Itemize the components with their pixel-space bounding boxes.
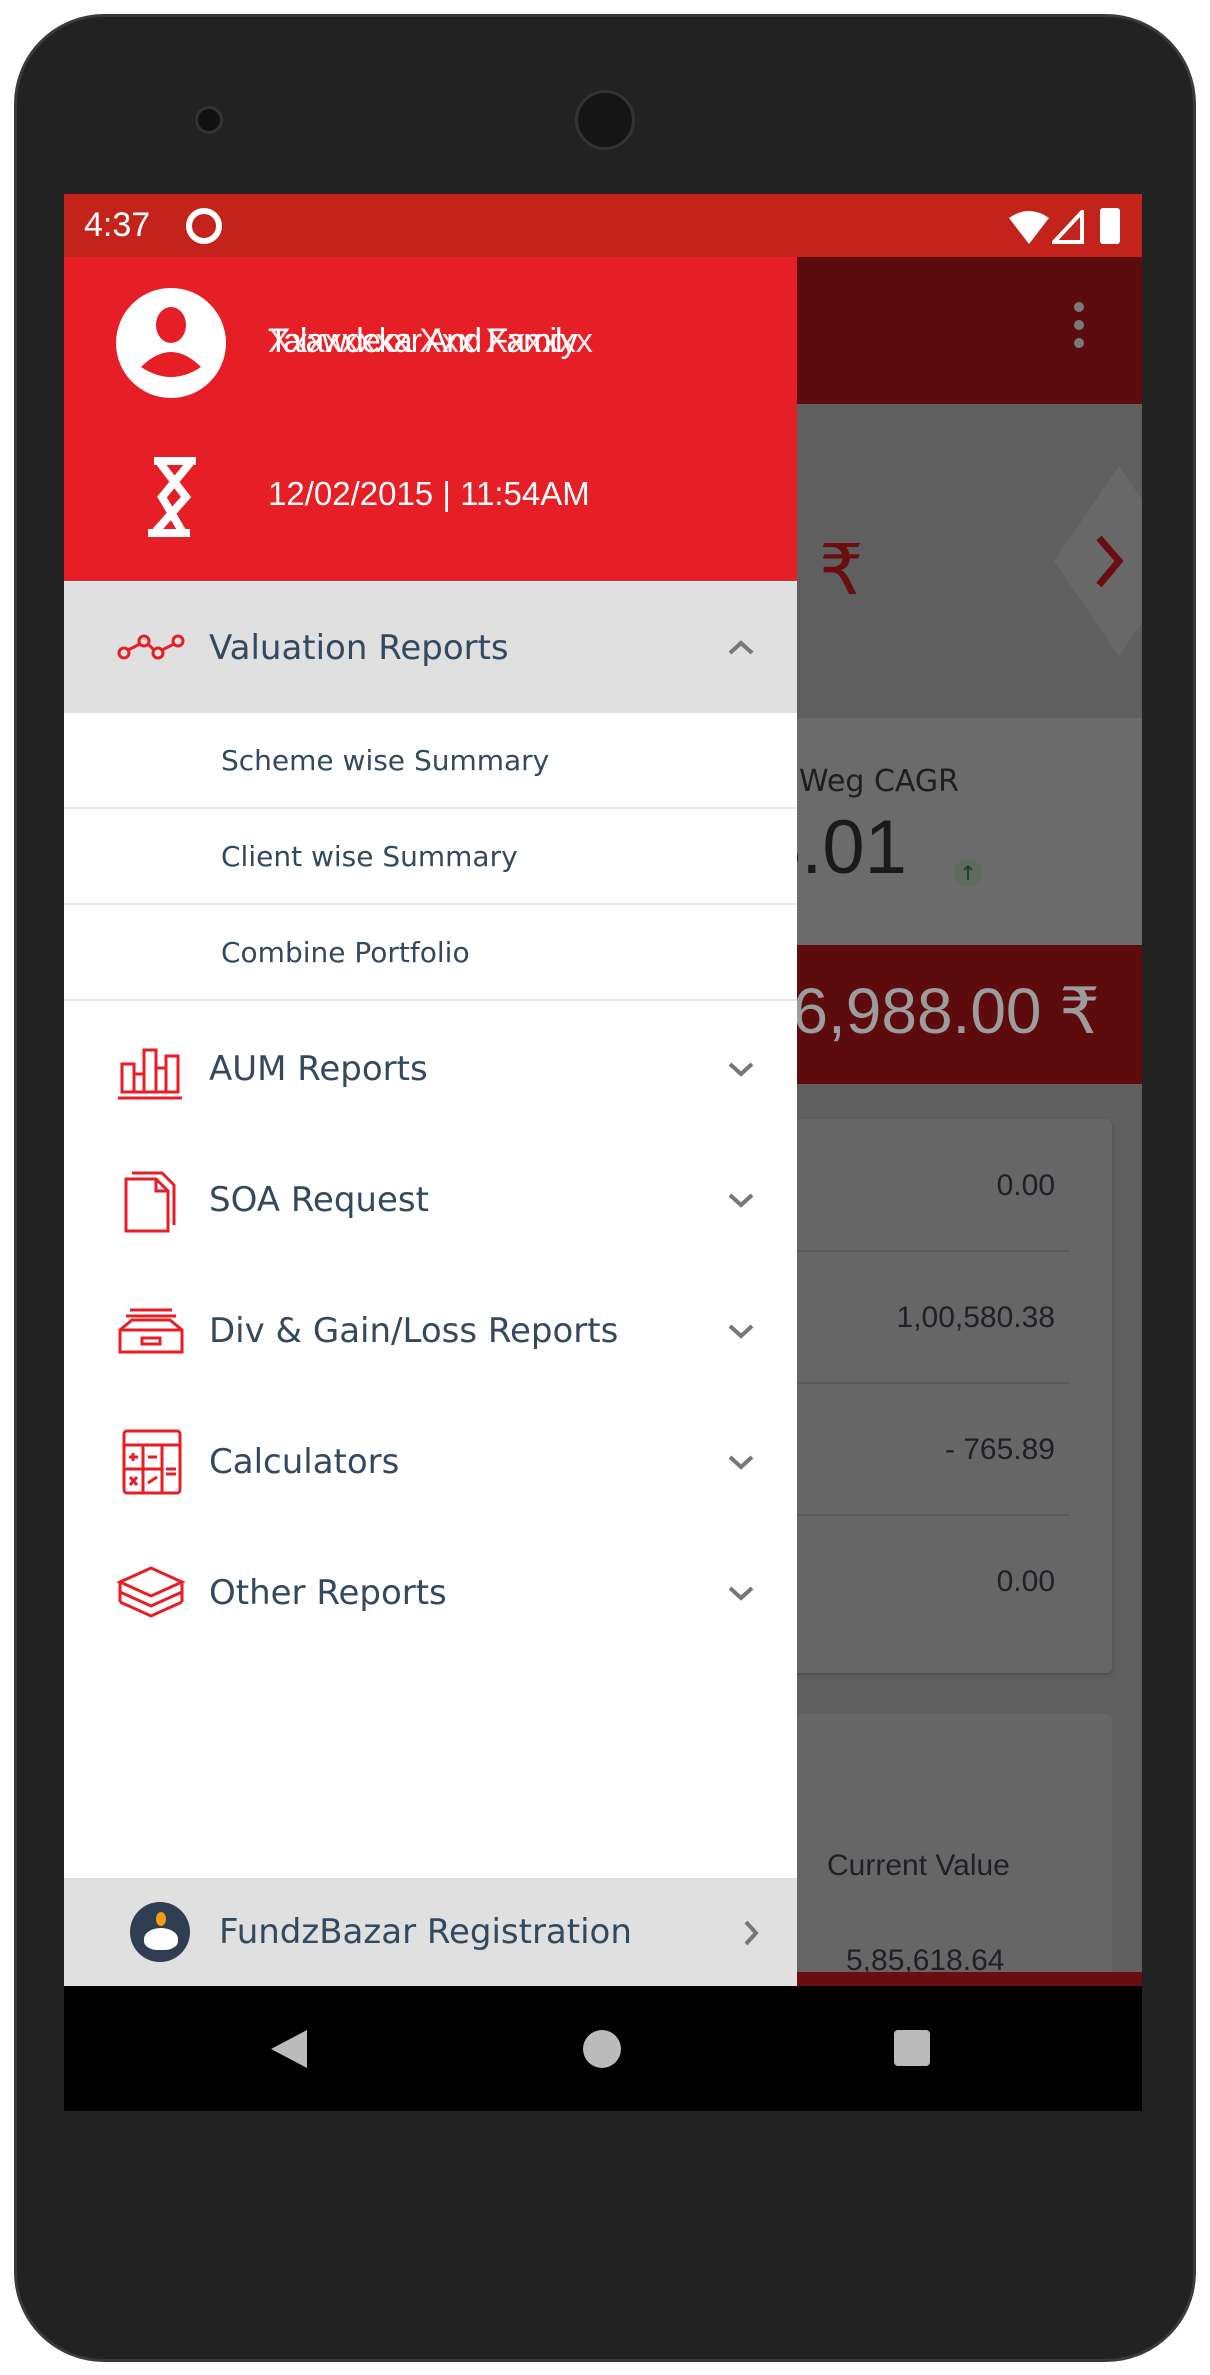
cagr-label: Weg CAGR: [799, 764, 959, 799]
inbox-tray-icon: [118, 1308, 184, 1353]
chevron-down-icon: [728, 1062, 754, 1077]
chevron-down-icon: [728, 1586, 754, 1601]
submenu-combine-portfolio[interactable]: Combine Portfolio: [64, 905, 797, 1001]
submenu-label: Client wise Summary: [221, 839, 518, 873]
menu-soa-request[interactable]: SOA Request: [64, 1134, 797, 1265]
front-camera: [195, 106, 223, 134]
overflow-menu-icon[interactable]: [1074, 302, 1084, 352]
recents-button[interactable]: [894, 2030, 930, 2066]
layers-icon: [116, 1565, 186, 1618]
speaker-grille: [575, 90, 635, 150]
hourglass-icon: [148, 457, 196, 537]
home-button[interactable]: [583, 2030, 621, 2068]
fundzbazar-label: FundzBazar Registration: [219, 1912, 632, 1952]
menu-label: SOA Request: [209, 1179, 429, 1220]
menu-aum-reports[interactable]: AUM Reports: [64, 1003, 797, 1134]
menu-label: Calculators: [209, 1441, 400, 1482]
menu-valuation-reports[interactable]: Valuation Reports: [64, 582, 797, 713]
wifi-icon: [1009, 211, 1049, 244]
chevron-down-icon: [728, 1324, 754, 1339]
navigation-drawer: Talawdekar And Family Xxxxxxxx Xxx Xxxxx…: [64, 257, 797, 1986]
sync-icon: [186, 208, 222, 244]
submenu-scheme-wise-summary[interactable]: Scheme wise Summary: [64, 713, 797, 809]
last-login: 12/02/2015 | 11:54AM: [268, 475, 590, 512]
chevron-right-icon: [1096, 535, 1124, 588]
card-value: 0.00: [996, 1565, 1055, 1598]
menu-other-reports[interactable]: Other Reports: [64, 1527, 797, 1658]
line-chart-icon: [117, 634, 185, 659]
signal-icon: [1052, 210, 1084, 244]
drawer-header: Talawdekar And Family Xxxxxxxx Xxx Xxxxx…: [64, 257, 797, 581]
fundzbazar-logo-icon: [130, 1902, 190, 1962]
submenu-label: Scheme wise Summary: [221, 743, 550, 777]
menu-label: AUM Reports: [209, 1048, 428, 1089]
menu-label: Valuation Reports: [209, 627, 509, 668]
current-value-label: Current Value: [827, 1849, 1010, 1882]
total-value: 56,988.00 ₹: [756, 975, 1100, 1047]
chevron-right-icon: [744, 1920, 759, 1946]
chevron-up-icon: [728, 639, 754, 654]
menu-label: Div & Gain/Loss Reports: [209, 1310, 619, 1351]
status-bar: 4:37: [64, 194, 1142, 257]
screen: ₹ Weg CAGR 8.01 ↑ 56,988.00 ₹ 0.00 1,00,…: [64, 194, 1142, 2111]
status-time: 4:37: [84, 206, 151, 244]
menu-div-gain-loss-reports[interactable]: Div & Gain/Loss Reports: [64, 1265, 797, 1396]
card-value: 0.00: [996, 1169, 1055, 1202]
chevron-down-icon: [728, 1193, 754, 1208]
user-name-overlay: Xxxxxxxx Xxx Xxxxxx: [268, 322, 593, 360]
rupee-icon: ₹: [819, 529, 864, 611]
menu-calculators[interactable]: Calculators: [64, 1396, 797, 1527]
calculator-icon: [122, 1429, 182, 1494]
user-avatar-icon[interactable]: [115, 287, 227, 399]
bar-chart-icon: [118, 1048, 182, 1099]
documents-icon: [124, 1171, 176, 1232]
arrow-up-icon: ↑: [954, 859, 982, 887]
back-button[interactable]: [269, 2028, 309, 2070]
system-navigation-bar: [64, 1986, 1142, 2111]
card-value: 1,00,580.38: [896, 1301, 1055, 1334]
fundzbazar-registration-button[interactable]: FundzBazar Registration: [64, 1878, 797, 1986]
chevron-down-icon: [728, 1455, 754, 1470]
battery-icon: [1100, 208, 1120, 244]
card-value: - 765.89: [944, 1433, 1055, 1466]
submenu-client-wise-summary[interactable]: Client wise Summary: [64, 809, 797, 905]
submenu-label: Combine Portfolio: [221, 935, 470, 969]
menu-label: Other Reports: [209, 1572, 447, 1613]
